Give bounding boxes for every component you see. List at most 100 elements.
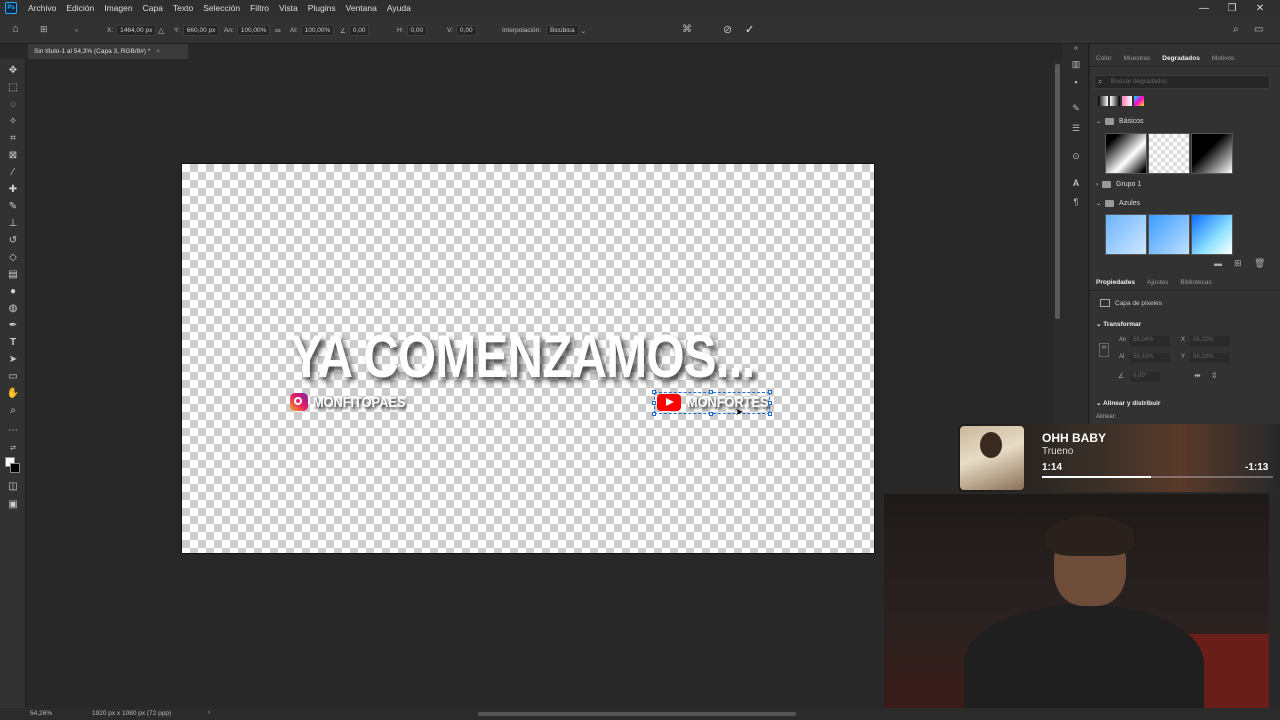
prop-angle-field[interactable]: 0,00° xyxy=(1130,372,1160,382)
path-selection-icon[interactable]: ➤ xyxy=(6,352,20,366)
link-dimensions-icon[interactable]: ∞ xyxy=(1099,343,1109,357)
transform-handle[interactable] xyxy=(652,390,656,394)
menu-texto[interactable]: Texto xyxy=(168,3,198,13)
delete-icon[interactable]: 🗑 xyxy=(1254,258,1265,269)
menu-capa[interactable]: Capa xyxy=(138,3,168,13)
link-icon[interactable]: ∞ xyxy=(275,25,281,36)
tab-ajustes[interactable]: Ajustes xyxy=(1141,279,1174,286)
document-info[interactable]: 1920 px x 1080 px (72 ppp) xyxy=(92,710,171,717)
transform-handle[interactable] xyxy=(652,412,656,416)
transform-bounding-box[interactable] xyxy=(652,390,772,416)
transform-handle[interactable] xyxy=(709,390,713,394)
delta-icon[interactable]: △ xyxy=(158,25,164,36)
y-field[interactable]: 660,00 px xyxy=(182,25,220,36)
new-folder-icon[interactable]: ▬ xyxy=(1214,259,1222,268)
quick-mask-icon[interactable]: ◫ xyxy=(6,479,20,493)
gradient-swatch[interactable] xyxy=(1191,214,1233,255)
stamp-tool-icon[interactable]: ⊥ xyxy=(6,216,20,230)
transform-handle[interactable] xyxy=(652,401,656,405)
tab-bibliotecas[interactable]: Bibliotecas xyxy=(1174,279,1217,286)
eraser-tool-icon[interactable]: ◇ xyxy=(6,250,20,264)
shape-tool-icon[interactable]: ▭ xyxy=(6,369,20,383)
tab-degradados[interactable]: Degradados xyxy=(1156,55,1206,62)
warp-icon[interactable]: ⌘ xyxy=(682,24,692,35)
tab-motivos[interactable]: Motivos xyxy=(1206,55,1240,62)
recent-gradient-swatch[interactable] xyxy=(1098,96,1108,106)
gradient-swatch[interactable] xyxy=(1191,133,1233,174)
vskew-field[interactable]: 0,00 xyxy=(455,25,477,36)
commit-transform-icon[interactable]: ✓ xyxy=(745,24,754,36)
brush-tool-icon[interactable]: ✎ xyxy=(6,199,20,213)
horizontal-scroll-thumb[interactable] xyxy=(478,712,796,716)
workspace-icon[interactable]: ▭ xyxy=(1254,24,1263,35)
lasso-tool-icon[interactable]: ◌ xyxy=(6,97,20,111)
magic-wand-icon[interactable]: ✧ xyxy=(6,114,20,128)
pen-tool-icon[interactable]: ✒ xyxy=(6,318,20,332)
gradient-swatch[interactable] xyxy=(1105,214,1147,255)
document-tab-close[interactable]: × xyxy=(156,48,160,55)
document-canvas[interactable]: YA COMENZAMOS... MONFITOPAES MONFORTES ➤ xyxy=(181,163,875,554)
move-tool-preset-icon[interactable]: ⊞ xyxy=(40,24,48,35)
prop-height-field[interactable]: 56,33% xyxy=(1130,353,1170,363)
healing-brush-icon[interactable]: ✚ xyxy=(6,182,20,196)
move-tool-icon[interactable]: ✥ xyxy=(6,63,20,77)
menu-imagen[interactable]: Imagen xyxy=(99,3,137,13)
hand-tool-icon[interactable]: ✋ xyxy=(6,386,20,400)
collapse-panels-icon[interactable]: « xyxy=(1070,42,1082,54)
interpolation-select[interactable]: Bicúbica xyxy=(546,25,579,36)
align-section-title[interactable]: ⌄ Alinear y distribuir xyxy=(1096,399,1160,407)
menu-ayuda[interactable]: Ayuda xyxy=(382,3,416,13)
chevron-right-icon[interactable]: › xyxy=(208,709,210,716)
minimize-button[interactable]: — xyxy=(1190,0,1218,16)
menu-plugins[interactable]: Plugins xyxy=(303,3,341,13)
transform-handle[interactable] xyxy=(768,412,772,416)
folder-grupo-1[interactable]: › Grupo 1 xyxy=(1096,181,1141,188)
gradient-swatch[interactable] xyxy=(1148,214,1190,255)
paragraph-panel-icon[interactable]: ¶ xyxy=(1070,196,1082,208)
dodge-tool-icon[interactable]: ◍ xyxy=(6,301,20,315)
transform-handle[interactable] xyxy=(768,401,772,405)
search-icon[interactable]: ⌕ xyxy=(1233,24,1239,35)
gradient-swatch[interactable] xyxy=(1148,133,1190,174)
history-panel-icon[interactable]: ▥ xyxy=(1070,58,1082,70)
reference-point-icon[interactable]: ▫ xyxy=(75,25,78,36)
recent-gradient-swatch[interactable] xyxy=(1110,96,1120,106)
new-gradient-icon[interactable]: ⊞ xyxy=(1234,258,1242,269)
menu-vista[interactable]: Vista xyxy=(274,3,303,13)
menu-filtro[interactable]: Filtro xyxy=(245,3,274,13)
menu-edicion[interactable]: Edición xyxy=(61,3,99,13)
marquee-tool-icon[interactable]: ⬚ xyxy=(6,80,20,94)
tab-color[interactable]: Color xyxy=(1090,55,1118,62)
document-tab[interactable]: Sin título-1 al 54,3% (Capa 3, RGB/8#) *… xyxy=(28,44,188,59)
prop-x-field[interactable]: 56,22% xyxy=(1190,336,1230,346)
comments-panel-icon[interactable]: ▪ xyxy=(1070,76,1082,88)
more-tools-icon[interactable]: ⋯ xyxy=(6,423,20,437)
home-icon[interactable]: ⌂ xyxy=(12,23,19,35)
frame-tool-icon[interactable]: ⊠ xyxy=(6,148,20,162)
zoom-tool-icon[interactable]: ⌕ xyxy=(6,403,20,417)
type-tool-icon[interactable]: T xyxy=(6,335,20,349)
screen-mode-icon[interactable]: ▣ xyxy=(6,497,20,511)
menu-ventana[interactable]: Ventana xyxy=(341,3,382,13)
close-window-button[interactable]: ✕ xyxy=(1246,0,1274,16)
crop-tool-icon[interactable]: ⌗ xyxy=(6,131,20,145)
angle-field[interactable]: 0,00 xyxy=(348,25,370,36)
prop-y-field[interactable]: 56,33% xyxy=(1190,353,1230,363)
menu-seleccion[interactable]: Selección xyxy=(198,3,245,13)
hskew-field[interactable]: 0,00 xyxy=(406,25,428,36)
history-brush-icon[interactable]: ↺ xyxy=(6,233,20,247)
swap-colors-icon[interactable]: ⇄ xyxy=(6,441,20,455)
transform-section-title[interactable]: ⌄ Transformar xyxy=(1096,320,1141,328)
adjustments-panel-icon[interactable]: ☰ xyxy=(1070,122,1082,134)
height-field[interactable]: 100,00% xyxy=(300,25,335,36)
character-panel-icon[interactable]: A xyxy=(1070,177,1082,189)
gradient-search-input[interactable]: Buscar degradados xyxy=(1094,75,1270,89)
gradient-swatch[interactable] xyxy=(1105,133,1147,174)
transform-handle[interactable] xyxy=(768,390,772,394)
cancel-transform-icon[interactable]: ⊘ xyxy=(723,24,732,36)
width-field[interactable]: 100,00% xyxy=(236,25,271,36)
transform-handle[interactable] xyxy=(709,412,713,416)
brush-settings-icon[interactable]: ✎ xyxy=(1070,102,1082,114)
folder-basicos[interactable]: ⌄ Básicos xyxy=(1096,118,1144,125)
flip-horizontal-icon[interactable]: ⇹ xyxy=(1194,371,1201,380)
